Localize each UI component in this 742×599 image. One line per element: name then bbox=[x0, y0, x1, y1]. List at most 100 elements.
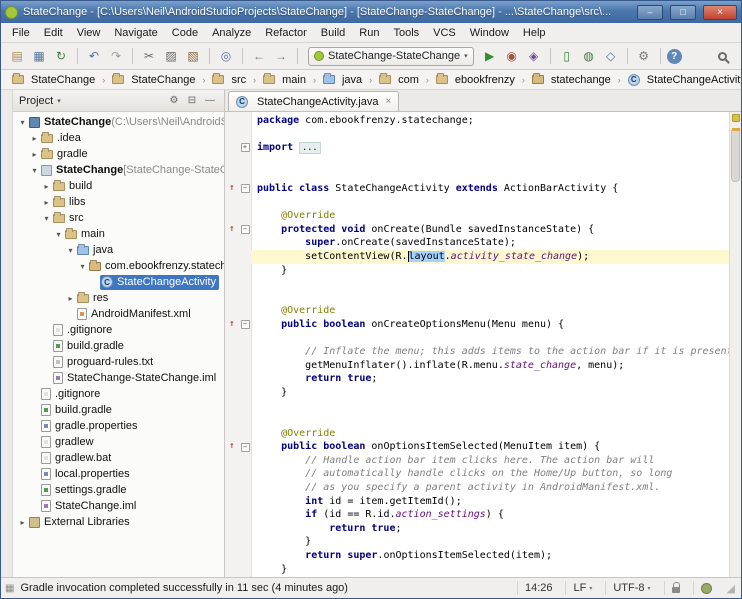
warning-stripe-mark[interactable] bbox=[732, 128, 740, 131]
run-with-coverage-icon[interactable]: ◈ bbox=[524, 46, 544, 66]
open-project-icon[interactable]: ▤ bbox=[7, 46, 27, 66]
caret-position[interactable]: 14:26 bbox=[517, 581, 560, 595]
highlighting-level[interactable] bbox=[693, 581, 719, 595]
tree-item-java[interactable]: ▾java bbox=[13, 242, 224, 258]
code-line-5[interactable] bbox=[225, 168, 729, 182]
tree-item-src[interactable]: ▾src bbox=[13, 210, 224, 226]
tab-statechangeactivity-java[interactable]: C StateChangeActivity.java × bbox=[228, 91, 399, 111]
tree-item-main[interactable]: ▾main bbox=[13, 226, 224, 242]
save-all-icon[interactable]: ▦ bbox=[29, 46, 49, 66]
code-line-21[interactable]: } bbox=[225, 386, 729, 400]
code-line-20[interactable]: return true; bbox=[225, 372, 729, 386]
tree-item-statechange[interactable]: ▾StateChange (C:\Users\Neil\AndroidStudi… bbox=[13, 114, 224, 130]
fold-minus-icon[interactable]: − bbox=[239, 182, 251, 196]
undo-icon[interactable]: ↶ bbox=[84, 46, 104, 66]
breadcrumb-statechange[interactable]: StateChange bbox=[109, 73, 198, 87]
breadcrumb-statechangeactivity[interactable]: CStateChangeActivity bbox=[625, 73, 741, 87]
synchronize-icon[interactable]: ↻ bbox=[51, 46, 71, 66]
close-tab-icon[interactable]: × bbox=[385, 96, 391, 107]
run-icon[interactable]: ▶ bbox=[480, 46, 500, 66]
sdk-manager-icon[interactable]: ◍ bbox=[579, 46, 599, 66]
breadcrumb-src[interactable]: src bbox=[209, 73, 249, 87]
breadcrumb-statechange[interactable]: statechange bbox=[529, 73, 614, 87]
tree-item-settings-gradle[interactable]: settings.gradle bbox=[13, 482, 224, 498]
maximize-button[interactable]: □ bbox=[670, 5, 696, 20]
code-line-28[interactable]: // as you specify a parent activity in A… bbox=[225, 481, 729, 495]
tree-item-build-gradle[interactable]: build.gradle bbox=[13, 402, 224, 418]
code-line-31[interactable]: return true; bbox=[225, 522, 729, 536]
resize-grip-icon[interactable]: ◢ bbox=[727, 582, 735, 595]
menu-code[interactable]: Code bbox=[165, 25, 205, 41]
collapse-all-icon[interactable]: ⊟ bbox=[184, 93, 200, 109]
tree-item-build[interactable]: ▸build bbox=[13, 178, 224, 194]
project-view-select[interactable]: Project bbox=[19, 95, 53, 107]
back-icon[interactable]: ← bbox=[249, 46, 269, 66]
tree-item-com-ebookfrenzy-statechan[interactable]: ▾com.ebookfrenzy.statechan bbox=[13, 258, 224, 274]
settings-icon[interactable]: ⚙ bbox=[166, 93, 182, 109]
minimize-button[interactable]: – bbox=[637, 5, 663, 20]
code-line-9[interactable]: ↑− protected void onCreate(Bundle savedI… bbox=[225, 223, 729, 237]
tree-item-statechange[interactable]: ▾StateChange [StateChange-StateChange] bbox=[13, 162, 224, 178]
tree-item-gradle-properties[interactable]: gradle.properties bbox=[13, 418, 224, 434]
gradle-sync-icon[interactable]: ◇ bbox=[601, 46, 621, 66]
tree-item-statechange-iml[interactable]: StateChange.iml bbox=[13, 498, 224, 514]
fold-minus-icon[interactable]: − bbox=[239, 223, 251, 237]
run-configuration-select[interactable]: StateChange-StateChange▾ bbox=[308, 47, 474, 66]
code-lines[interactable]: package com.ebookfrenzy.statechange; +im… bbox=[225, 112, 729, 577]
inspection-status-icon[interactable] bbox=[732, 114, 740, 122]
debug-icon[interactable]: ◉ bbox=[502, 46, 522, 66]
breadcrumb-statechange[interactable]: StateChange bbox=[9, 73, 98, 87]
tree-item-proguard-rules-txt[interactable]: proguard-rules.txt bbox=[13, 354, 224, 370]
menu-view[interactable]: View bbox=[70, 25, 108, 41]
fold-minus-icon[interactable]: − bbox=[239, 440, 251, 454]
code-line-16[interactable]: ↑− public boolean onCreateOptionsMenu(Me… bbox=[225, 318, 729, 332]
fold-plus-icon[interactable]: + bbox=[239, 141, 251, 155]
tree-item-local-properties[interactable]: local.properties bbox=[13, 466, 224, 482]
error-stripe-scrollbar[interactable] bbox=[729, 112, 741, 577]
tree-item-external-libraries[interactable]: ▸External Libraries bbox=[13, 514, 224, 530]
code-line-14[interactable] bbox=[225, 291, 729, 305]
tree-item-androidmanifest-xml[interactable]: AndroidManifest.xml bbox=[13, 306, 224, 322]
code-line-26[interactable]: // Handle action bar item clicks here. T… bbox=[225, 454, 729, 468]
breadcrumb-ebookfrenzy[interactable]: ebookfrenzy bbox=[433, 73, 518, 87]
tree-item-gradle[interactable]: ▸gradle bbox=[13, 146, 224, 162]
menu-help[interactable]: Help bbox=[516, 25, 553, 41]
tree-item-statechangeactivity[interactable]: CStateChangeActivity bbox=[13, 274, 224, 290]
help-icon[interactable]: ? bbox=[667, 49, 682, 64]
menu-edit[interactable]: Edit bbox=[37, 25, 70, 41]
menu-run[interactable]: Run bbox=[352, 25, 386, 41]
code-line-33[interactable]: return super.onOptionsItemSelected(item)… bbox=[225, 549, 729, 563]
code-line-24[interactable]: @Override bbox=[225, 427, 729, 441]
tree-item-gradlew-bat[interactable]: gradlew.bat bbox=[13, 450, 224, 466]
tree-item-res[interactable]: ▸res bbox=[13, 290, 224, 306]
code-line-29[interactable]: int id = item.getItemId(); bbox=[225, 495, 729, 509]
code-line-19[interactable]: getMenuInflater().inflate(R.menu.state_c… bbox=[225, 359, 729, 373]
line-ending-select[interactable]: LF▾ bbox=[565, 581, 599, 595]
copy-icon[interactable]: ▨ bbox=[161, 46, 181, 66]
menu-analyze[interactable]: Analyze bbox=[205, 25, 258, 41]
tree-item--idea[interactable]: ▸.idea bbox=[13, 130, 224, 146]
settings-icon[interactable]: ⚙ bbox=[634, 46, 654, 66]
code-line-11[interactable]: setContentView(R.layout.activity_state_c… bbox=[225, 250, 729, 264]
code-line-12[interactable]: } bbox=[225, 264, 729, 278]
scrollbar-thumb[interactable] bbox=[731, 128, 740, 182]
tree-item--gitignore[interactable]: .gitignore bbox=[13, 386, 224, 402]
avd-manager-icon[interactable]: ▯ bbox=[557, 46, 577, 66]
encoding-select[interactable]: UTF-8▾ bbox=[605, 581, 657, 595]
menu-file[interactable]: File bbox=[5, 25, 37, 41]
code-line-2[interactable] bbox=[225, 128, 729, 142]
cut-icon[interactable]: ✂ bbox=[139, 46, 159, 66]
title-bar[interactable]: StateChange - [C:\Users\Neil\AndroidStud… bbox=[1, 1, 741, 23]
tree-item-gradlew[interactable]: gradlew bbox=[13, 434, 224, 450]
menu-navigate[interactable]: Navigate bbox=[107, 25, 164, 41]
code-line-30[interactable]: if (id == R.id.action_settings) { bbox=[225, 508, 729, 522]
tool-window-stripe[interactable] bbox=[1, 90, 13, 577]
fold-minus-icon[interactable]: − bbox=[239, 318, 251, 332]
menu-refactor[interactable]: Refactor bbox=[258, 25, 314, 41]
forward-icon[interactable]: → bbox=[271, 46, 291, 66]
code-line-18[interactable]: // Inflate the menu; this adds items to … bbox=[225, 345, 729, 359]
code-line-25[interactable]: ↑− public boolean onOptionsItemSelected(… bbox=[225, 440, 729, 454]
code-line-7[interactable] bbox=[225, 196, 729, 210]
tree-item-libs[interactable]: ▸libs bbox=[13, 194, 224, 210]
search-everywhere-icon[interactable] bbox=[718, 52, 727, 61]
